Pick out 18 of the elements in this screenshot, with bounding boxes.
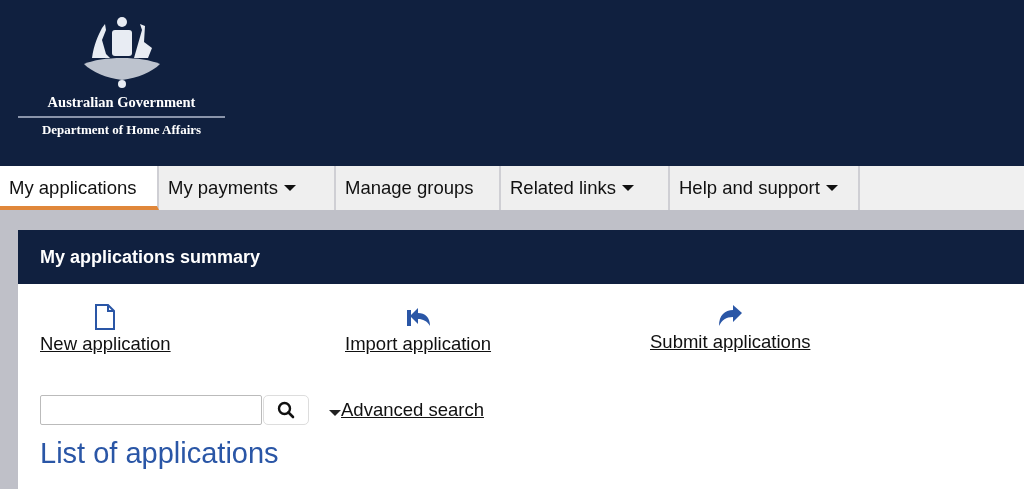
search-button[interactable]: [263, 395, 309, 425]
caret-icon: [329, 410, 341, 416]
section-heading: List of applications: [40, 437, 280, 470]
action-link[interactable]: New application: [40, 333, 171, 355]
action-link[interactable]: Import application: [345, 333, 492, 355]
logo-text: Australian Government: [47, 94, 196, 111]
document-icon: [94, 304, 117, 330]
search-icon: [277, 401, 295, 419]
advanced-search-link[interactable]: Advanced search: [341, 399, 484, 421]
panel-title: My applications summary: [40, 246, 261, 268]
caret-icon: [621, 185, 634, 191]
caret-icon: [825, 185, 838, 191]
nav-tab[interactable]: My applications: [0, 166, 159, 210]
caret-icon: [284, 185, 296, 191]
logo-text: Department of Home Affairs: [41, 122, 202, 138]
forward-arrow-icon: [716, 304, 745, 328]
action-link[interactable]: Submit applications: [650, 331, 811, 353]
search-field[interactable]: [40, 395, 262, 425]
